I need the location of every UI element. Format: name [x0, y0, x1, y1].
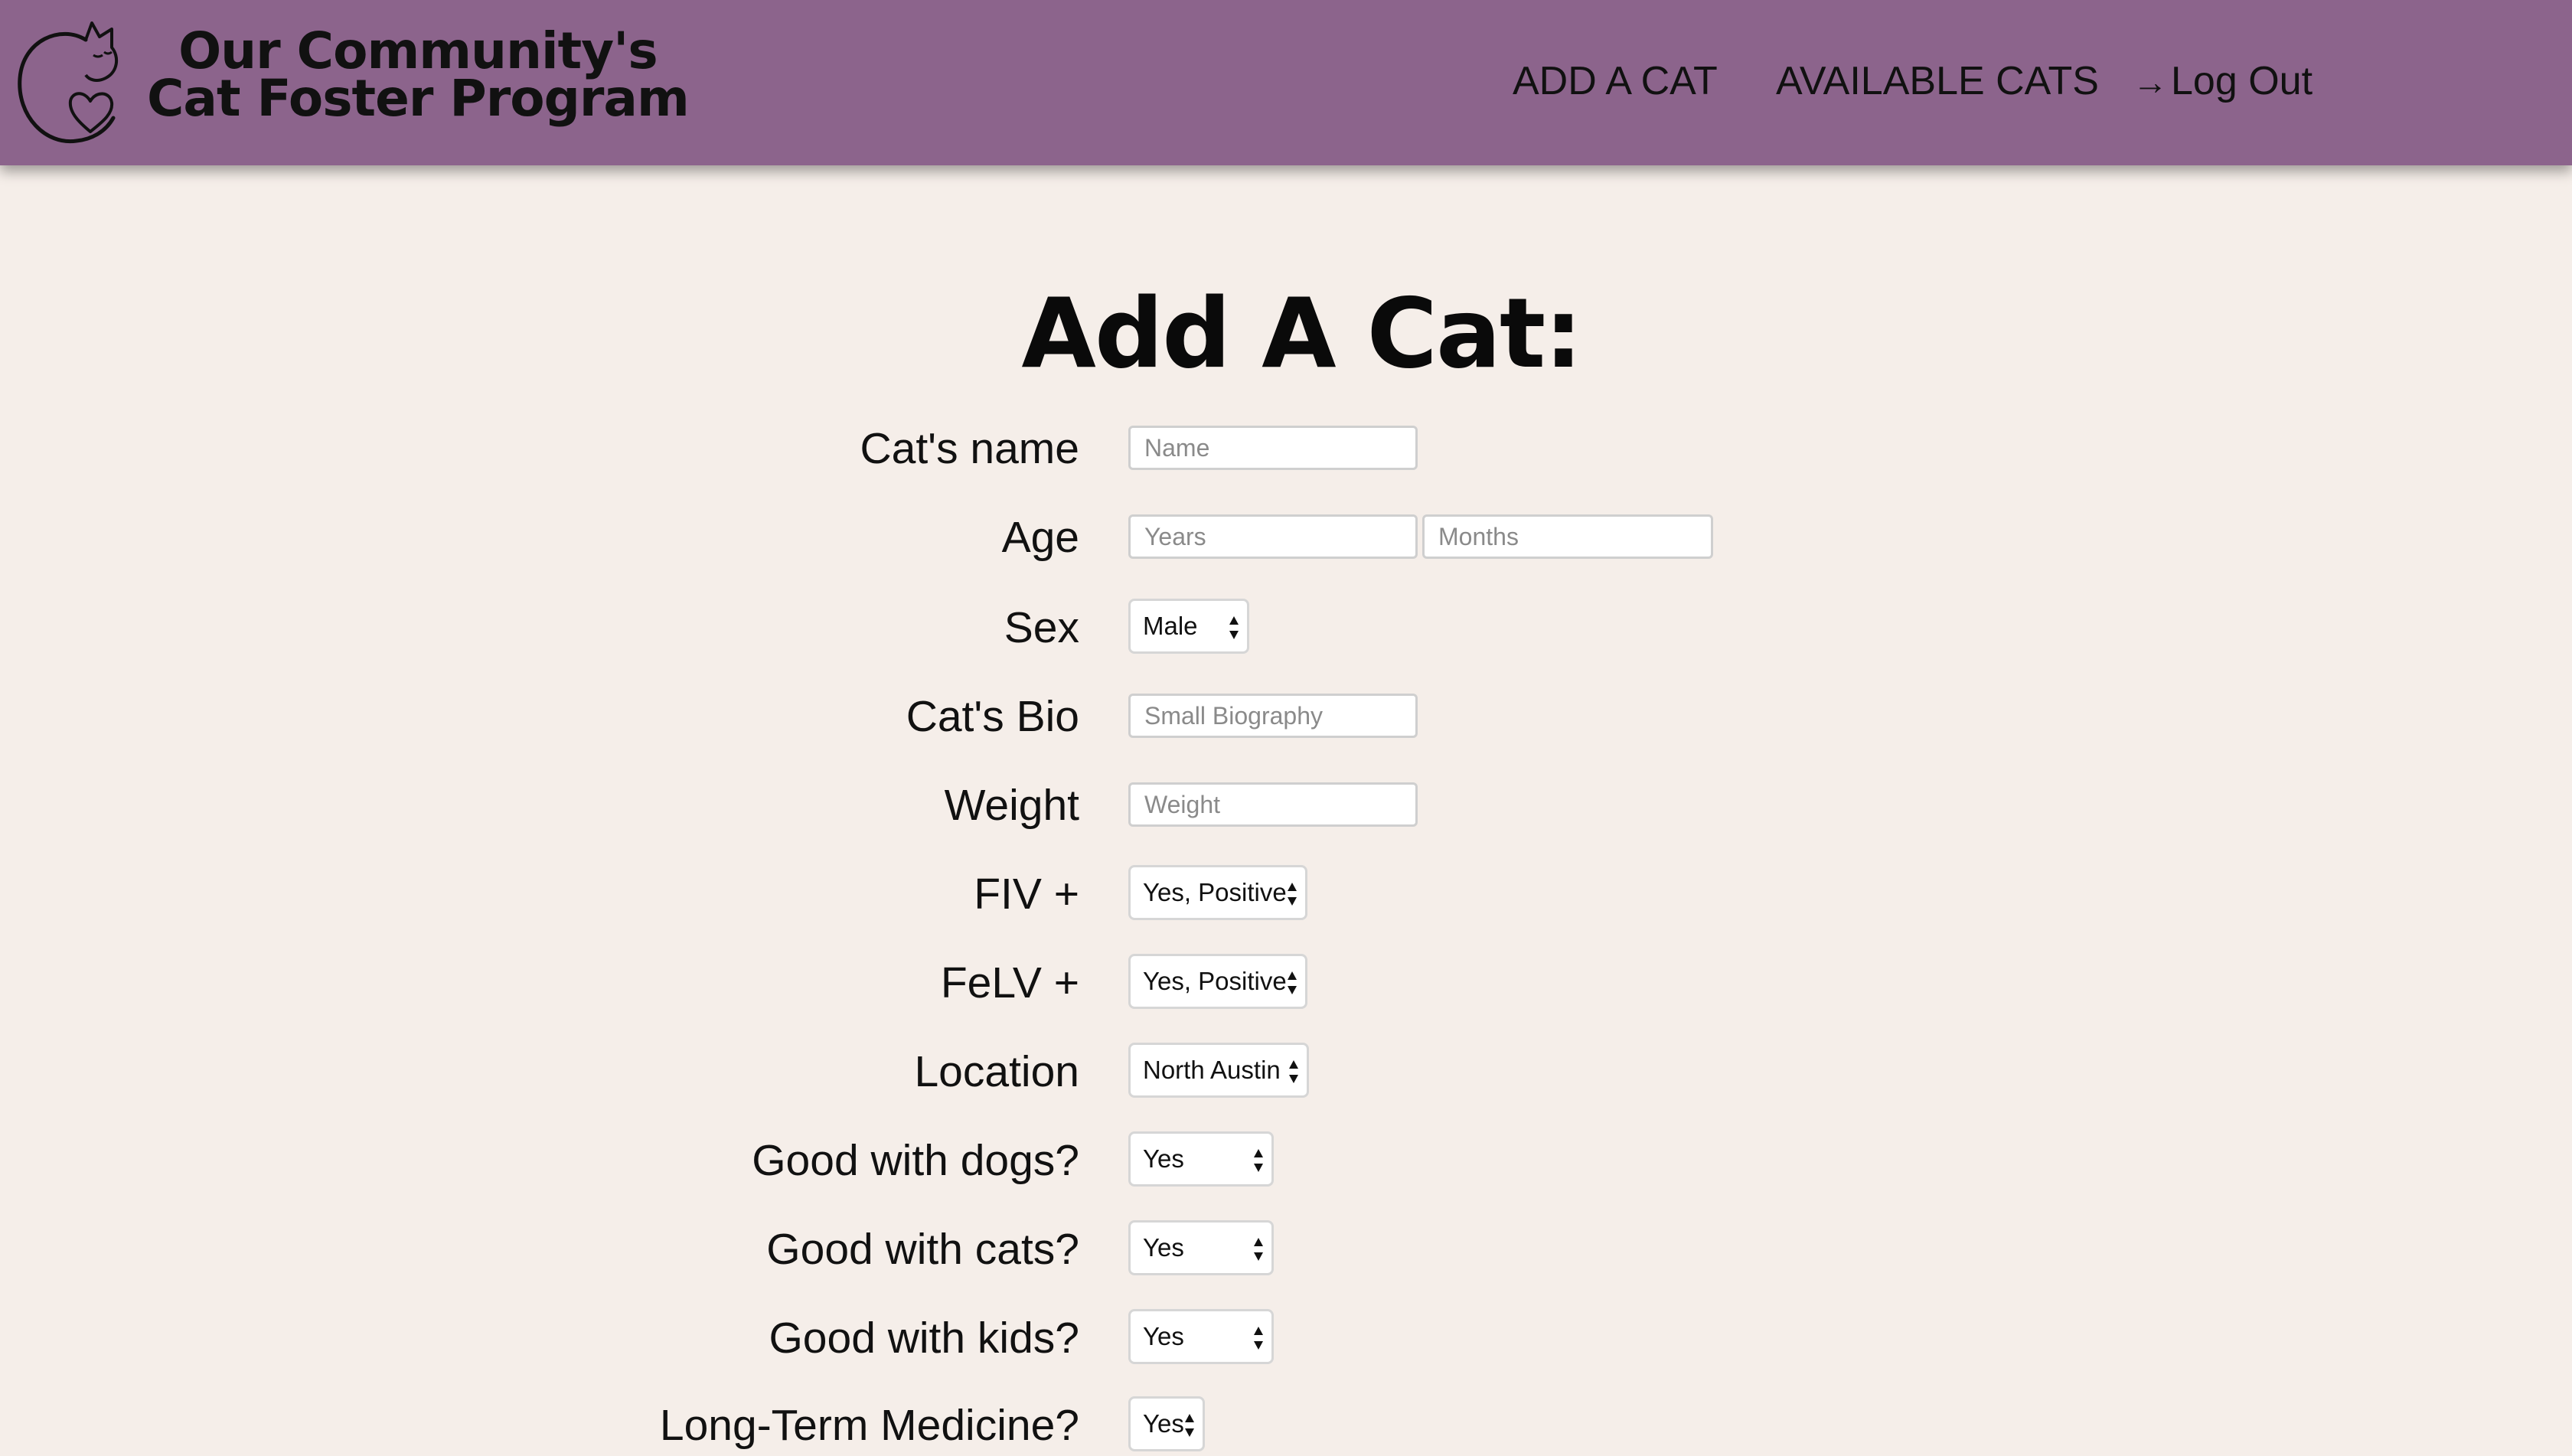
- select-arrows-icon: [1254, 1327, 1263, 1350]
- good-with-cats-select-value: Yes: [1143, 1233, 1184, 1262]
- good-with-kids-select-value: Yes: [1143, 1322, 1184, 1350]
- select-arrows-icon: [1254, 1149, 1263, 1172]
- good-with-cats-label: Good with cats?: [766, 1225, 1079, 1274]
- location-select[interactable]: North Austin: [1128, 1043, 1309, 1098]
- good-with-dogs-label: Good with dogs?: [752, 1136, 1079, 1185]
- sex-label: Sex: [1004, 603, 1079, 652]
- select-arrows-icon: [1229, 616, 1239, 639]
- form-row-fiv: FIV + Yes, Positive: [0, 863, 2572, 925]
- bio-label: Cat's Bio: [906, 692, 1079, 741]
- fiv-select[interactable]: Yes, Positive: [1128, 865, 1307, 920]
- weight-label: Weight: [944, 781, 1079, 830]
- brand-title[interactable]: Our Community's Cat Foster Program: [147, 21, 690, 128]
- age-label: Age: [1001, 513, 1079, 562]
- good-with-dogs-select-value: Yes: [1143, 1144, 1184, 1173]
- select-arrows-icon: [1254, 1238, 1263, 1261]
- fiv-select-value: Yes, Positive: [1143, 878, 1287, 906]
- logout-label: Log Out: [2171, 59, 2313, 103]
- top-navbar: Our Community's Cat Foster Program ADD A…: [0, 0, 2572, 165]
- age-months-input[interactable]: [1422, 514, 1713, 559]
- location-select-value: North Austin: [1143, 1056, 1281, 1084]
- felv-select[interactable]: Yes, Positive: [1128, 954, 1307, 1009]
- good-with-cats-select[interactable]: Yes: [1128, 1220, 1274, 1275]
- cat-bio-input[interactable]: [1128, 694, 1418, 738]
- select-arrows-icon: [1289, 1060, 1298, 1083]
- nav-available-cats-link[interactable]: AVAILABLE CATS: [1776, 58, 2099, 104]
- long-term-medicine-select-value: Yes: [1143, 1409, 1184, 1438]
- age-years-input[interactable]: [1128, 514, 1418, 559]
- form-row-location: Location North Austin: [0, 1041, 2572, 1102]
- long-term-medicine-select[interactable]: Yes: [1128, 1396, 1205, 1451]
- sex-select-value: Male: [1143, 612, 1198, 640]
- form-row-name: Cat's name: [0, 418, 2572, 479]
- page-title: Add A Cat:: [1021, 277, 1582, 390]
- long-term-medicine-label: Long-Term Medicine?: [659, 1401, 1079, 1450]
- sex-select[interactable]: Male: [1128, 599, 1249, 654]
- select-arrows-icon: [1288, 971, 1297, 994]
- cat-name-input[interactable]: [1128, 426, 1418, 470]
- good-with-kids-select[interactable]: Yes: [1128, 1309, 1274, 1364]
- form-row-felv: FeLV + Yes, Positive: [0, 952, 2572, 1014]
- select-arrows-icon: [1288, 883, 1297, 906]
- fiv-label: FIV +: [974, 870, 1079, 919]
- nav-add-a-cat-link[interactable]: ADD A CAT: [1513, 58, 1718, 104]
- form-row-good-with-dogs: Good with dogs? Yes: [0, 1130, 2572, 1191]
- name-label: Cat's name: [860, 424, 1079, 473]
- form-row-weight: Weight: [0, 775, 2572, 836]
- brand-line-1: Our Community's: [178, 21, 658, 80]
- brand-line-2: Cat Foster Program: [147, 69, 690, 128]
- form-row-bio: Cat's Bio: [0, 686, 2572, 747]
- cat-heart-logo-icon[interactable]: [15, 17, 130, 147]
- weight-input[interactable]: [1128, 782, 1418, 827]
- felv-label: FeLV +: [940, 958, 1079, 1007]
- form-row-long-term-medicine: Long-Term Medicine? Yes: [0, 1395, 2572, 1456]
- form-row-sex: Sex Male: [0, 597, 2572, 658]
- form-row-good-with-kids: Good with kids? Yes: [0, 1307, 2572, 1369]
- good-with-kids-label: Good with kids?: [769, 1314, 1079, 1363]
- form-row-age: Age: [0, 507, 2572, 568]
- location-label: Location: [914, 1047, 1079, 1096]
- form-row-good-with-cats: Good with cats? Yes: [0, 1219, 2572, 1280]
- felv-select-value: Yes, Positive: [1143, 967, 1287, 995]
- good-with-dogs-select[interactable]: Yes: [1128, 1131, 1274, 1187]
- logout-arrow-icon: →: [2133, 62, 2168, 102]
- nav-logout-link[interactable]: →Log Out: [2133, 58, 2313, 104]
